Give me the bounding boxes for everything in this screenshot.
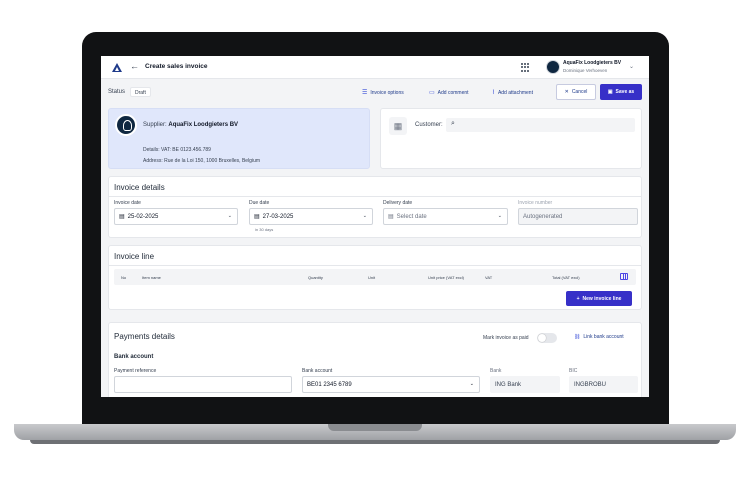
divider <box>109 196 641 197</box>
new-invoice-line-button[interactable]: + New invoice line <box>566 291 632 306</box>
supplier-details: Details: VAT: BE 0123.456.789 <box>143 147 211 153</box>
apps-grid-icon[interactable] <box>521 63 530 72</box>
delivery-date-label: Delivery date <box>383 200 413 206</box>
customer-label: Customer: <box>415 122 443 128</box>
due-date-hint: in 30 days <box>255 227 274 232</box>
new-invoice-line-label: New invoice line <box>582 295 622 302</box>
invoice-number-field: Autogenerated <box>518 208 638 225</box>
calendar-icon: ▤ <box>388 214 394 220</box>
payment-reference-input[interactable] <box>114 376 292 393</box>
supplier-name: Supplier: AquaFix Loodgieters BV <box>143 122 238 128</box>
divider <box>109 265 641 266</box>
delivery-date-placeholder: Select date <box>396 213 427 220</box>
save-as-label: Save as <box>615 89 635 95</box>
close-icon: ✕ <box>564 89 569 95</box>
invoice-options-button[interactable]: ☰ Invoice options <box>362 89 404 97</box>
chevron-down-icon: ⌄ <box>469 381 474 387</box>
due-date-field[interactable]: ▤ 27-03-2025 ⌄ <box>249 208 373 225</box>
supplier-name-value: AquaFix Loodgieters BV <box>168 122 239 128</box>
laptop-notch <box>328 424 422 431</box>
customer-card: ▦ Customer: ⌕ <box>380 108 642 169</box>
bic-label: BIC <box>569 368 578 374</box>
comment-icon: ▭ <box>429 90 435 96</box>
link-bank-label: Link bank account <box>583 334 624 340</box>
invoice-line-section: Invoice line No Item name Quantity Unit … <box>108 245 642 310</box>
invoice-number-label: Invoice number <box>518 200 553 206</box>
chevron-down-icon[interactable]: ⌄ <box>629 63 634 70</box>
chevron-down-icon: ⌄ <box>497 213 502 219</box>
mark-paid-toggle[interactable] <box>537 333 557 343</box>
bank-account-value: BE01 2345 6789 <box>307 381 352 388</box>
bank-account-title: Bank account <box>114 354 154 360</box>
link-bank-account-button[interactable]: ⛓ Link bank account <box>574 334 624 340</box>
column-vat: VAT <box>485 275 493 280</box>
cancel-button[interactable]: ✕ Cancel <box>556 84 596 100</box>
column-unit: Unit <box>368 275 376 280</box>
bank-account-select[interactable]: BE01 2345 6789 ⌄ <box>302 376 480 393</box>
invoice-details-section: Invoice details Invoice date ▤ 25-02-2025… <box>108 176 642 238</box>
bic-field: INGBROBU <box>569 376 638 393</box>
calendar-icon: ▤ <box>254 214 260 220</box>
chevron-down-icon: ⌄ <box>227 213 232 219</box>
due-date-value: 27-03-2025 <box>262 213 294 220</box>
supplier-label: Supplier: <box>143 122 167 128</box>
column-total: Total (VAT excl) <box>552 275 580 280</box>
back-arrow-icon[interactable]: ← <box>130 61 139 71</box>
payments-title: Payments details <box>114 332 175 341</box>
app-screen: ← Create sales invoice AquaFix Loodgiete… <box>101 56 649 397</box>
delivery-date-field[interactable]: ▤ Select date ⌄ <box>383 208 508 225</box>
supplier-avatar <box>115 114 137 136</box>
link-icon: ⛓ <box>574 334 581 340</box>
brand-logo-icon[interactable] <box>112 63 122 72</box>
invoice-options-label: Invoice options <box>370 89 404 96</box>
cancel-label: Cancel <box>571 89 588 95</box>
add-comment-label: Add comment <box>437 89 469 96</box>
mark-paid-label: Mark invoice as paid <box>483 335 529 341</box>
supplier-address: Address: Rue de la Loi 150, 1000 Bruxell… <box>143 158 261 164</box>
bank-label: Bank <box>490 368 502 374</box>
user-name: Dominique Verhoeven <box>563 68 608 73</box>
invoice-details-title: Invoice details <box>114 183 165 192</box>
page-title: Create sales invoice <box>145 63 208 70</box>
plus-icon: + <box>576 295 580 302</box>
building-icon: ▦ <box>389 117 407 135</box>
paperclip-icon: ⌇ <box>492 90 495 96</box>
chevron-down-icon: ⌄ <box>362 213 367 219</box>
top-bar: ← Create sales invoice AquaFix Loodgiete… <box>101 56 649 79</box>
company-avatar[interactable] <box>546 60 560 74</box>
add-attachment-label: Add attachment <box>497 89 533 96</box>
search-icon: ⌕ <box>451 120 455 127</box>
payments-section: Payments details Mark invoice as paid ⛓ L… <box>108 322 642 397</box>
list-icon: ☰ <box>362 90 368 96</box>
payment-reference-label: Payment reference <box>114 368 157 374</box>
invoice-line-title: Invoice line <box>114 252 155 261</box>
customer-search-input[interactable]: ⌕ <box>446 118 635 132</box>
columns-icon[interactable] <box>620 273 628 280</box>
column-quantity: Quantity <box>308 275 323 280</box>
column-item-name: Item name <box>142 275 161 280</box>
save-as-button[interactable]: ▣ Save as <box>600 84 642 100</box>
invoice-date-value: 25-02-2025 <box>127 213 159 220</box>
bank-field: ING Bank <box>490 376 560 393</box>
calendar-icon: ▤ <box>119 214 125 220</box>
column-unit-price: Unit price (VAT excl) <box>428 275 465 280</box>
laptop-base-shadow <box>30 440 720 444</box>
status-bar: Status Draft ☰ Invoice options ▭ Add comme… <box>101 80 649 104</box>
invoice-date-label: Invoice date <box>114 200 141 206</box>
add-comment-button[interactable]: ▭ Add comment <box>429 89 469 97</box>
due-date-label: Due date <box>249 200 270 206</box>
invoice-line-table-header: No Item name Quantity Unit Unit price (V… <box>114 269 636 285</box>
column-no: No <box>121 275 127 280</box>
supplier-card[interactable]: Supplier: AquaFix Loodgieters BV Details… <box>108 108 370 169</box>
save-icon: ▣ <box>607 89 613 95</box>
company-name: AquaFix Loodgieters BV <box>563 60 622 66</box>
bank-account-label: Bank account <box>302 368 333 374</box>
invoice-date-field[interactable]: ▤ 25-02-2025 ⌄ <box>114 208 238 225</box>
status-badge: Draft <box>130 87 151 97</box>
status-label: Status <box>108 89 126 95</box>
add-attachment-button[interactable]: ⌇ Add attachment <box>492 89 533 97</box>
